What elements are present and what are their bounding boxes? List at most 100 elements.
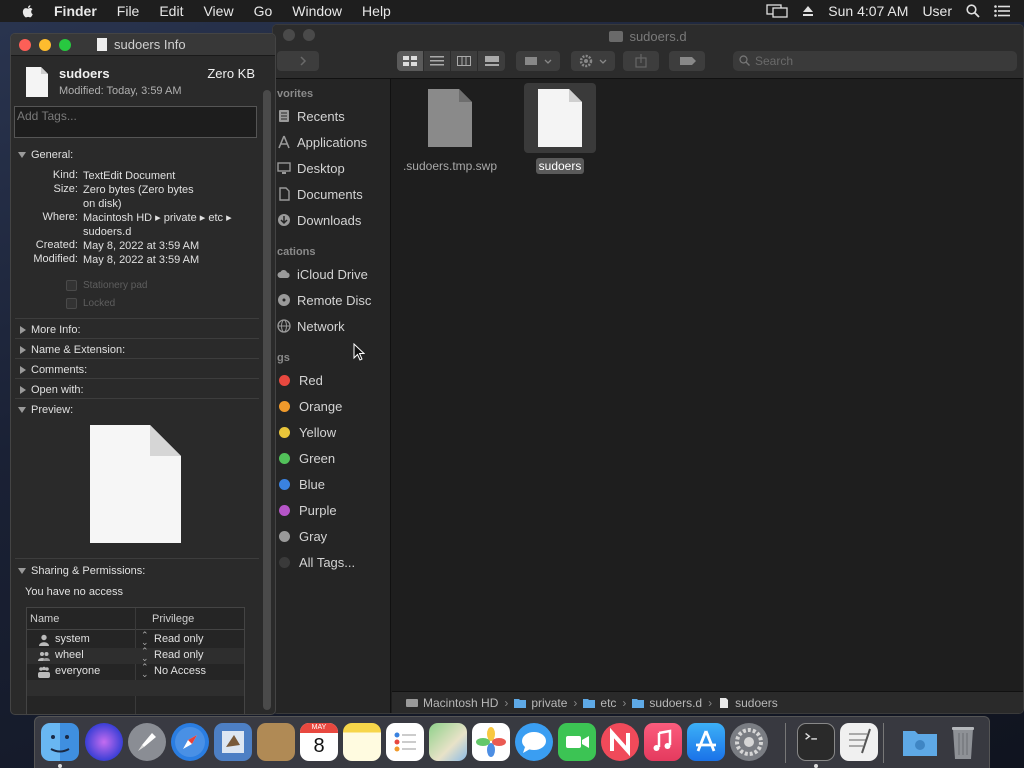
dock-messages-icon[interactable] bbox=[515, 723, 553, 761]
checkbox-box bbox=[66, 298, 77, 309]
action-button[interactable] bbox=[571, 51, 615, 71]
dock-reminders-icon[interactable] bbox=[386, 723, 424, 761]
dock-separator bbox=[883, 723, 884, 763]
dock-music-icon[interactable] bbox=[644, 723, 682, 761]
section-sharing-permissions-toggle[interactable]: Sharing & Permissions: bbox=[18, 565, 145, 577]
menubar-user[interactable]: User bbox=[922, 3, 952, 19]
menu-go[interactable]: Go bbox=[254, 3, 273, 19]
path-item-sudoers[interactable]: sudoers bbox=[735, 696, 778, 710]
sidebar-item-remote-disc[interactable]: Remote Disc bbox=[277, 289, 371, 311]
dock-safari-icon[interactable] bbox=[171, 723, 209, 761]
menu-view[interactable]: View bbox=[203, 3, 233, 19]
info-minimize-button[interactable] bbox=[39, 39, 51, 51]
globe-icon bbox=[277, 319, 291, 333]
menu-window[interactable]: Window bbox=[292, 3, 342, 19]
dock-notes-icon[interactable] bbox=[343, 723, 381, 761]
section-more-info-toggle[interactable]: More Info: bbox=[18, 324, 81, 336]
section-preview-toggle[interactable]: Preview: bbox=[18, 404, 73, 416]
permission-privilege[interactable]: No Access bbox=[154, 665, 206, 677]
info-title: sudoers Info bbox=[97, 37, 186, 52]
spotlight-icon[interactable] bbox=[966, 4, 980, 18]
dock-news-icon[interactable] bbox=[601, 723, 639, 761]
list-view-button[interactable] bbox=[424, 51, 451, 71]
dock-system-preferences-icon[interactable] bbox=[730, 723, 768, 761]
file-item-sudoers-tmp-swp[interactable]: .sudoers.tmp.swp bbox=[400, 83, 500, 173]
sidebar-item-applications[interactable]: Applications bbox=[277, 131, 367, 153]
stationery-pad-checkbox[interactable]: Stationery pad bbox=[66, 280, 148, 291]
sidebar-item-all-tags[interactable]: All Tags... bbox=[277, 551, 355, 573]
file-item-sudoers[interactable]: sudoers bbox=[510, 83, 610, 174]
dock-finder-icon[interactable] bbox=[41, 723, 79, 761]
dock-launchpad-icon[interactable] bbox=[128, 723, 166, 761]
eject-icon[interactable] bbox=[802, 5, 814, 17]
info-close-button[interactable] bbox=[19, 39, 31, 51]
sidebar-item-tag-red[interactable]: Red bbox=[277, 369, 323, 391]
cloud-icon bbox=[277, 270, 290, 278]
column-view-button[interactable] bbox=[451, 51, 478, 71]
menu-file[interactable]: File bbox=[117, 3, 140, 19]
path-item-sudoers-d[interactable]: sudoers.d bbox=[649, 696, 702, 710]
dock-terminal-icon[interactable] bbox=[797, 723, 835, 761]
back-forward-buttons[interactable] bbox=[277, 51, 319, 71]
dock-mail-icon[interactable] bbox=[214, 723, 252, 761]
permission-row-system[interactable]: system ⌃ ⌄ Read only bbox=[27, 631, 244, 648]
display-mirroring-icon[interactable] bbox=[766, 4, 788, 18]
icon-view-button[interactable] bbox=[397, 51, 424, 71]
dock-facetime-icon[interactable] bbox=[558, 723, 596, 761]
sidebar-item-tag-gray[interactable]: Gray bbox=[277, 525, 327, 547]
sidebar-item-recents[interactable]: Recents bbox=[277, 105, 345, 127]
column-header-name[interactable]: Name bbox=[30, 613, 59, 625]
sidebar-item-network[interactable]: Network bbox=[277, 315, 345, 337]
column-header-privilege[interactable]: Privilege bbox=[152, 613, 194, 625]
locked-checkbox[interactable]: Locked bbox=[66, 298, 115, 309]
dock-contacts-icon[interactable] bbox=[257, 723, 295, 761]
tags-button[interactable] bbox=[669, 51, 705, 71]
permission-privilege[interactable]: Read only bbox=[154, 649, 204, 661]
sidebar-item-desktop[interactable]: Desktop bbox=[277, 157, 345, 179]
sidebar-item-tag-green[interactable]: Green bbox=[277, 447, 335, 469]
sidebar-item-icloud-drive[interactable]: iCloud Drive bbox=[277, 263, 368, 285]
group-by-button[interactable] bbox=[516, 51, 560, 71]
sidebar-item-documents[interactable]: Documents bbox=[277, 183, 363, 205]
mouse-cursor-icon bbox=[353, 343, 365, 361]
path-item-macintosh-hd[interactable]: Macintosh HD bbox=[423, 696, 498, 710]
search-field[interactable]: Search bbox=[733, 51, 1017, 71]
info-scrollbar[interactable] bbox=[263, 90, 271, 710]
menubar-clock[interactable]: Sun 4:07 AM bbox=[828, 3, 908, 19]
section-open-with-toggle[interactable]: Open with: bbox=[18, 384, 84, 396]
sidebar-item-downloads[interactable]: Downloads bbox=[277, 209, 361, 231]
path-item-private[interactable]: private bbox=[531, 696, 567, 710]
add-tags-field[interactable]: Add Tags... bbox=[14, 106, 257, 138]
dock-photos-icon[interactable] bbox=[472, 723, 510, 761]
sidebar-item-tag-blue[interactable]: Blue bbox=[277, 473, 325, 495]
dock-downloads-folder-icon[interactable] bbox=[901, 723, 939, 761]
recents-icon bbox=[279, 110, 289, 122]
permission-row-wheel[interactable]: wheel ⌃ ⌄ Read only bbox=[27, 647, 244, 664]
dock-app-store-icon[interactable] bbox=[687, 723, 725, 761]
sidebar-item-tag-orange[interactable]: Orange bbox=[277, 395, 342, 417]
gallery-view-button[interactable] bbox=[478, 51, 505, 71]
sidebar-item-tag-yellow[interactable]: Yellow bbox=[277, 421, 336, 443]
dock-trash-icon[interactable] bbox=[944, 723, 982, 761]
finder-content-area[interactable]: .sudoers.tmp.swp sudoers bbox=[392, 79, 1023, 691]
sidebar-item-tag-purple[interactable]: Purple bbox=[277, 499, 337, 521]
dock-textedit-icon[interactable] bbox=[840, 723, 878, 761]
permission-row-everyone[interactable]: everyone ⌃ ⌄ No Access bbox=[27, 663, 244, 680]
dock-calendar-icon[interactable]: MAY 8 bbox=[300, 723, 338, 761]
menu-app-finder[interactable]: Finder bbox=[54, 3, 97, 19]
menu-help[interactable]: Help bbox=[362, 3, 391, 19]
section-comments-toggle[interactable]: Comments: bbox=[18, 364, 87, 376]
share-button[interactable] bbox=[623, 51, 659, 71]
section-general-toggle[interactable]: General: bbox=[18, 149, 73, 161]
permission-privilege[interactable]: Read only bbox=[154, 633, 204, 645]
dock-siri-icon[interactable] bbox=[85, 723, 123, 761]
notification-center-icon[interactable] bbox=[994, 5, 1010, 17]
view-mode-segmented-control[interactable] bbox=[397, 51, 505, 71]
finder-sidebar: vorites Recents Applications Desktop Doc… bbox=[273, 79, 391, 713]
info-zoom-button[interactable] bbox=[59, 39, 71, 51]
dock-maps-icon[interactable] bbox=[429, 723, 467, 761]
apple-menu-icon[interactable] bbox=[20, 3, 36, 19]
menu-edit[interactable]: Edit bbox=[159, 3, 183, 19]
path-item-etc[interactable]: etc bbox=[600, 696, 616, 710]
section-name-extension-toggle[interactable]: Name & Extension: bbox=[18, 344, 125, 356]
